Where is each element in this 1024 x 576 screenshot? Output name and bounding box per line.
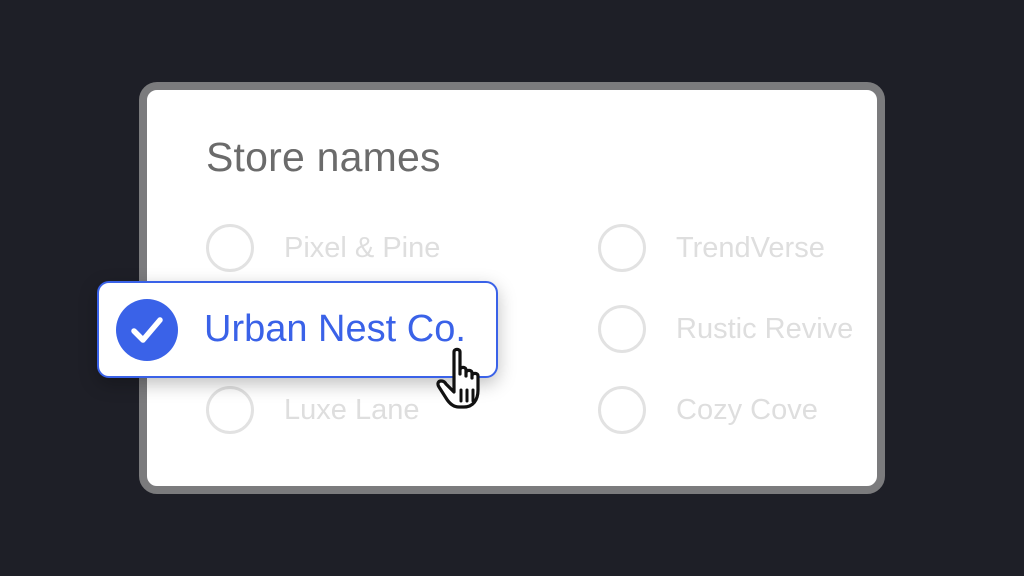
option-label: Luxe Lane <box>284 393 420 426</box>
radio-button[interactable] <box>598 224 646 272</box>
option-label: Cozy Cove <box>676 393 818 426</box>
option-label: Rustic Revive <box>676 312 854 345</box>
radio-button[interactable] <box>598 386 646 434</box>
card-title: Store names <box>206 134 441 180</box>
option-rustic-revive[interactable]: Rustic Revive <box>598 302 853 356</box>
option-label: TrendVerse <box>676 231 825 264</box>
checked-radio[interactable] <box>116 298 178 361</box>
selected-option-label: Urban Nest Co. <box>204 308 466 350</box>
stage: Store names Pixel & Pine Luxe Lane Trend… <box>0 0 1024 576</box>
hand-pointer-icon <box>436 347 480 409</box>
option-luxe-lane[interactable]: Luxe Lane <box>206 383 419 437</box>
option-cozy-cove[interactable]: Cozy Cove <box>598 383 818 437</box>
option-trendverse[interactable]: TrendVerse <box>598 221 825 275</box>
radio-button[interactable] <box>206 224 254 272</box>
check-icon <box>131 316 163 343</box>
option-pixel-pine[interactable]: Pixel & Pine <box>206 221 440 275</box>
radio-button[interactable] <box>206 386 254 434</box>
radio-button[interactable] <box>598 305 646 353</box>
option-label: Pixel & Pine <box>284 231 441 264</box>
